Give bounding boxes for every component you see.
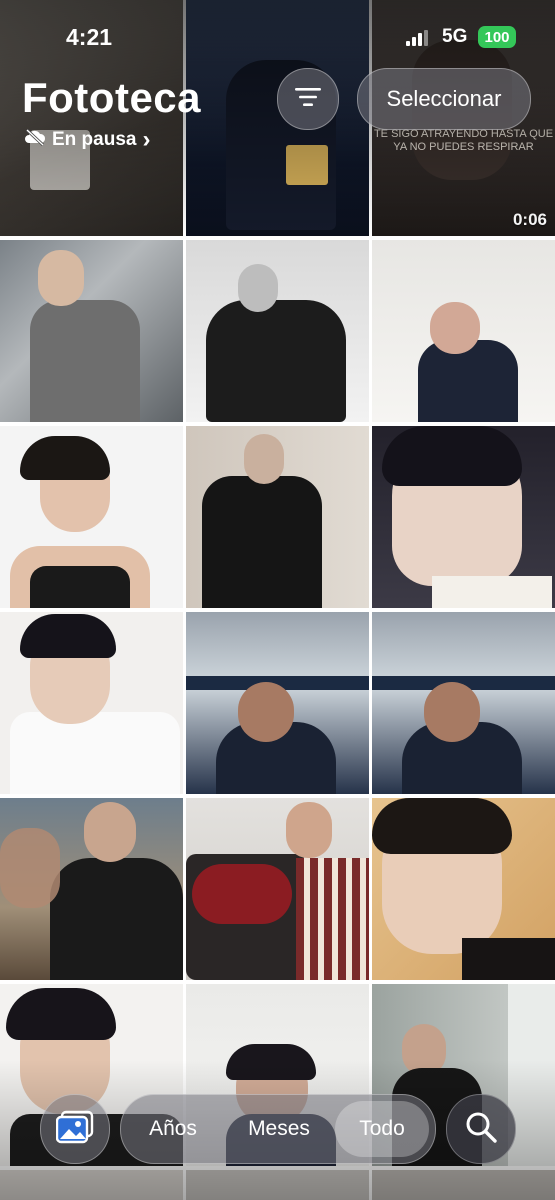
photo-library-icon [55, 1110, 94, 1149]
photo-thumbnail[interactable] [372, 1170, 555, 1200]
photo-content [30, 566, 130, 608]
photo-content [286, 802, 332, 858]
select-button[interactable]: Seleccionar [357, 68, 531, 130]
photo-thumbnail[interactable] [186, 798, 369, 980]
photo-content [238, 264, 278, 312]
photo-thumbnail[interactable] [0, 612, 183, 794]
photo-content [372, 798, 512, 854]
photo-content [202, 476, 322, 608]
photo-content [206, 300, 346, 422]
segment-months[interactable]: Meses [229, 1095, 329, 1163]
photo-thumbnail[interactable] [186, 1170, 369, 1200]
page-title: Fototeca [22, 74, 202, 121]
video-duration: 0:06 [512, 210, 547, 229]
photo-content [10, 712, 180, 794]
filter-lines-icon [295, 87, 321, 112]
segment-all[interactable]: Todo [335, 1101, 429, 1157]
photo-content [286, 145, 328, 185]
sync-status[interactable]: En pausa › [24, 128, 150, 152]
photo-content [238, 682, 294, 742]
status-time: 4:21 [66, 24, 113, 50]
photo-thumbnail[interactable] [186, 612, 369, 794]
search-button[interactable] [446, 1094, 516, 1164]
photo-thumbnail[interactable] [0, 1170, 183, 1200]
photo-content [6, 988, 116, 1040]
photo-content [296, 858, 369, 980]
photo-content [508, 984, 555, 1166]
view-segmented-control: Años Meses Todo [120, 1094, 436, 1164]
photo-content [84, 802, 136, 862]
photo-content [382, 426, 522, 486]
photo-content [424, 682, 480, 742]
photo-content [192, 864, 292, 924]
library-button[interactable] [40, 1094, 110, 1164]
cloud-paused-icon [24, 128, 46, 152]
photo-thumbnail[interactable] [186, 426, 369, 608]
video-overlay-text: TE SIGO ATRAYENDO HASTA QUE YA NO PUEDES… [373, 128, 554, 153]
photo-thumbnail[interactable] [186, 240, 369, 422]
filter-button[interactable] [277, 68, 339, 130]
network-type: 5G [442, 26, 468, 47]
photo-content [418, 340, 518, 422]
photo-content [38, 250, 84, 306]
photo-thumbnail[interactable] [372, 798, 555, 980]
photo-content [226, 1044, 316, 1080]
photo-content [462, 938, 555, 980]
photo-thumbnail[interactable] [0, 240, 183, 422]
photo-content [20, 614, 116, 658]
chevron-right-icon: › [142, 126, 151, 153]
segment-years[interactable]: Años [127, 1095, 219, 1163]
search-icon [464, 1110, 498, 1149]
photo-content [430, 302, 480, 354]
photo-content [20, 436, 110, 480]
photo-thumbnail[interactable] [0, 798, 183, 980]
signal-icon [406, 30, 432, 46]
status-bar: 4:21 5G 100 [0, 0, 555, 70]
photo-content [50, 858, 183, 980]
photo-content [432, 576, 552, 608]
photo-content [0, 828, 60, 908]
photo-thumbnail[interactable] [372, 426, 555, 608]
photo-grid: TE SIGO ATRAYENDO HASTA QUE YA NO PUEDES… [0, 0, 555, 1200]
photo-thumbnail[interactable] [0, 426, 183, 608]
battery-indicator: 100 [478, 26, 516, 48]
photo-content [244, 434, 284, 484]
sync-status-label: En pausa [52, 129, 137, 150]
photo-thumbnail[interactable] [372, 240, 555, 422]
photo-content [30, 300, 140, 422]
photo-thumbnail[interactable] [372, 612, 555, 794]
